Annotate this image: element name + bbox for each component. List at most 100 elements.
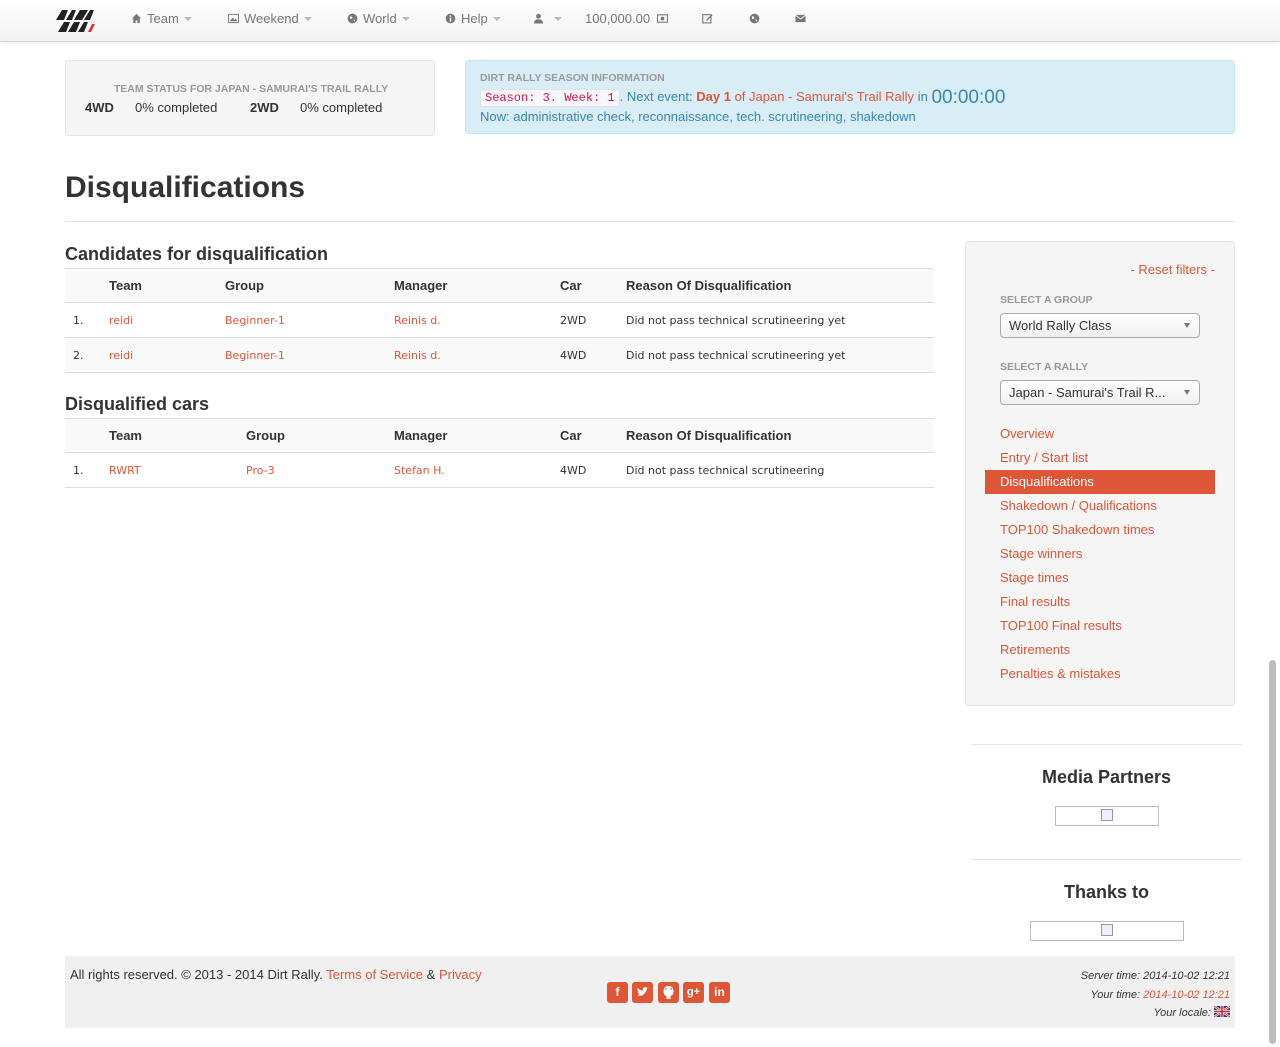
- nav-balance[interactable]: 100,000.00: [585, 0, 668, 40]
- twitter-icon[interactable]: [632, 982, 653, 1003]
- next-event-rally-link[interactable]: of Japan - Samurai's Trail Rally: [735, 89, 915, 104]
- season-next-event: Season: 3. Week: 1. Next event: Day 1 of…: [480, 87, 1005, 109]
- dirt-rally-logo[interactable]: [54, 8, 96, 34]
- column-header-team: Team: [109, 418, 246, 453]
- disqualified-heading: Disqualified cars: [65, 394, 210, 414]
- uk-flag-icon[interactable]: [1213, 1005, 1231, 1018]
- nav-weekend[interactable]: Weekend: [228, 0, 312, 40]
- team-status-title: TEAM STATUS FOR JAPAN - SAMURAI'S TRAIL …: [113, 83, 389, 95]
- rally-select-value: Japan - Samurai's Trail R...: [1009, 385, 1166, 400]
- column-header-reason: Reason Of Disqualification: [626, 418, 934, 453]
- team-link[interactable]: reidi: [109, 349, 133, 362]
- your-time-row: Your time: 2014-10-02 12:21: [1081, 986, 1230, 1005]
- sidebar-item-top100-shakedown-times[interactable]: TOP100 Shakedown times: [985, 518, 1215, 542]
- facebook-icon[interactable]: f: [607, 982, 628, 1003]
- broken-image-icon: [1101, 924, 1113, 936]
- picture-icon: [228, 13, 239, 24]
- user-icon: [533, 13, 544, 24]
- footer-copyright: All rights reserved. © 2013 - 2014 Dirt …: [70, 967, 482, 982]
- nav-user[interactable]: [533, 0, 562, 40]
- balance-amount: 100,000.00: [585, 11, 651, 26]
- home-icon: [131, 13, 142, 24]
- manager-link[interactable]: Stefan H.: [394, 464, 445, 477]
- media-partner-image[interactable]: [1055, 806, 1159, 826]
- nav-team-label: Team: [147, 11, 179, 26]
- sidebar-item-final-results[interactable]: Final results: [985, 590, 1215, 614]
- dq-reason: Did not pass technical scrutineering: [626, 452, 934, 488]
- nav-help-label: Help: [461, 11, 488, 26]
- group-link[interactable]: Pro-3: [246, 464, 275, 477]
- sponsor-image[interactable]: [1030, 921, 1184, 941]
- chevron-down-icon: [1184, 323, 1190, 328]
- countdown-in-label: in: [917, 89, 928, 104]
- top-navbar: Team Weekend World Help 100,000.00: [0, 0, 1280, 42]
- column-header-manager: Manager: [394, 268, 560, 303]
- nav-messages[interactable]: [795, 0, 811, 40]
- group-link[interactable]: Beginner-1: [225, 349, 285, 362]
- class-2wd-progress: 0% completed: [300, 100, 383, 115]
- nav-globe[interactable]: [749, 0, 765, 40]
- money-icon: [656, 14, 668, 23]
- chevron-down-icon: [554, 17, 562, 21]
- rally-select-label: SELECT A RALLY: [1000, 361, 1089, 373]
- sidebar-item-entry-start-list[interactable]: Entry / Start list: [985, 446, 1215, 470]
- media-partners-heading: Media Partners: [1041, 767, 1172, 787]
- partners-divider: [971, 859, 1242, 860]
- sidebar-item-disqualifications[interactable]: Disqualifications: [985, 470, 1215, 494]
- sidebar-item-top100-final-results[interactable]: TOP100 Final results: [985, 614, 1215, 638]
- group-select[interactable]: World Rally Class: [1000, 313, 1200, 338]
- column-header-group: Group: [246, 418, 394, 453]
- car-class: 4WD: [560, 452, 626, 488]
- info-icon: [445, 13, 456, 24]
- terms-link[interactable]: Terms of Service: [326, 967, 423, 982]
- class-4wd-label: 4WD: [85, 100, 114, 115]
- car-class: 2WD: [560, 302, 626, 338]
- group-select-value: World Rally Class: [1009, 318, 1112, 333]
- github-icon[interactable]: [658, 982, 679, 1003]
- class-2wd-label: 2WD: [250, 100, 279, 115]
- season-info-title: DIRT RALLY SEASON INFORMATION: [480, 72, 665, 84]
- manager-link[interactable]: Reinis d.: [394, 349, 441, 362]
- globe-icon: [749, 13, 760, 24]
- nav-world[interactable]: World: [347, 0, 410, 40]
- dq-reason: Did not pass technical scrutineering yet: [626, 337, 934, 373]
- sidebar-item-retirements[interactable]: Retirements: [985, 638, 1215, 662]
- sidebar-item-penalties-mistakes[interactable]: Penalties & mistakes: [985, 662, 1215, 686]
- thanks-heading: Thanks to: [1063, 882, 1149, 902]
- google-plus-icon[interactable]: g+: [683, 982, 704, 1003]
- sidebar-item-stage-times[interactable]: Stage times: [985, 566, 1215, 590]
- nav-edit[interactable]: [702, 0, 718, 40]
- reset-filters-link[interactable]: - Reset filters -: [1130, 262, 1215, 277]
- nav-weekend-label: Weekend: [244, 11, 299, 26]
- team-link[interactable]: RWRT: [109, 464, 141, 477]
- sidebar-item-shakedown-qualifications[interactable]: Shakedown / Qualifications: [985, 494, 1215, 518]
- server-time-value: 2014-10-02 12:21: [1143, 970, 1230, 982]
- chevron-down-icon: [401, 17, 410, 21]
- column-header-car: Car: [560, 418, 626, 453]
- next-event-day-link[interactable]: Day 1: [696, 89, 731, 104]
- sidebar-item-overview[interactable]: Overview: [985, 422, 1215, 446]
- rally-select[interactable]: Japan - Samurai's Trail R...: [1000, 380, 1200, 405]
- copyright-text: All rights reserved. © 2013 - 2014 Dirt …: [70, 967, 323, 982]
- disqualified-table: Team Group Manager Car Reason Of Disqual…: [65, 418, 934, 488]
- column-header-car: Car: [560, 268, 626, 303]
- page-scrollbar[interactable]: [1269, 660, 1276, 1044]
- chevron-down-icon: [492, 17, 501, 21]
- locale-row: Your locale:: [1081, 1004, 1231, 1023]
- linkedin-icon[interactable]: in: [709, 982, 730, 1003]
- row-number: 1.: [65, 302, 109, 338]
- group-link[interactable]: Beginner-1: [225, 314, 285, 327]
- nav-help[interactable]: Help: [445, 0, 501, 40]
- team-link[interactable]: reidi: [109, 314, 133, 327]
- your-time-link[interactable]: 2014-10-02 12:21: [1143, 989, 1230, 1001]
- privacy-link[interactable]: Privacy: [439, 967, 482, 982]
- edit-icon: [702, 14, 713, 24]
- manager-link[interactable]: Reinis d.: [394, 314, 441, 327]
- sidebar-item-stage-winners[interactable]: Stage winners: [985, 542, 1215, 566]
- column-header-reason: Reason Of Disqualification: [626, 268, 934, 303]
- nav-team[interactable]: Team: [131, 0, 192, 40]
- column-header-team: Team: [109, 268, 225, 303]
- footer-time-info: Server time: 2014-10-02 12:21 Your time:…: [1081, 967, 1231, 1023]
- next-event-label: . Next event:: [619, 89, 693, 104]
- row-number: 1.: [65, 452, 109, 488]
